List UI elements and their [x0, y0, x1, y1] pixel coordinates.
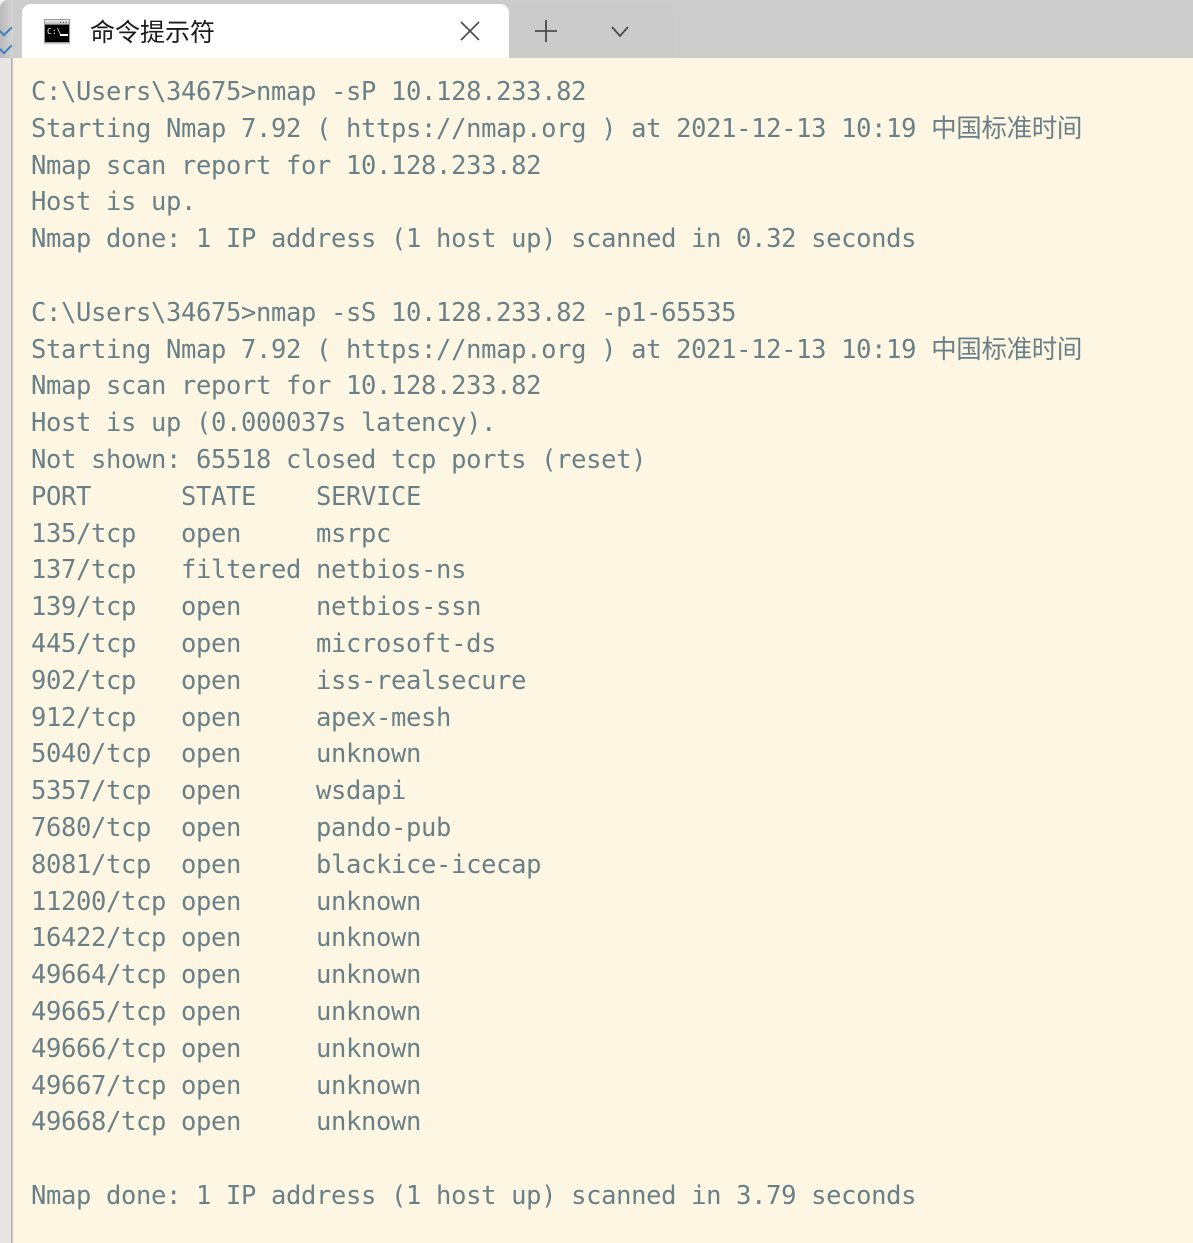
terminal-line: 135/tcp open msrpc: [31, 518, 392, 549]
terminal-line: Starting Nmap 7.92 ( https://nmap.org ) …: [31, 113, 1083, 144]
background-window-titlebar-edge: [0, 0, 13, 58]
terminal-line: Nmap done: 1 IP address (1 host up) scan…: [31, 1180, 917, 1211]
background-window-body-edge: [0, 58, 12, 1243]
terminal-line: 8081/tcp open blackice-icecap: [31, 849, 542, 880]
terminal-line: 139/tcp open netbios-ssn: [31, 592, 482, 623]
terminal-line: C:\Users\34675>nmap -sS 10.128.233.82 -p…: [31, 297, 737, 328]
terminal-line: C:\Users\34675>nmap -sP 10.128.233.82: [31, 77, 587, 107]
terminal-line: Nmap scan report for 10.128.233.82: [31, 371, 542, 402]
terminal-line: Nmap scan report for 10.128.233.82: [31, 150, 542, 181]
terminal-line: 5357/tcp open wsdapi: [31, 776, 407, 807]
titlebar: ••• C:\ 命令提示符: [13, 0, 1193, 58]
terminal-text: C:\Users\34675>nmap -sP 10.128.233.82 Sta…: [31, 74, 1193, 1215]
terminal-line: Host is up (0.000037s latency).: [31, 408, 497, 439]
terminal-line: Host is up.: [31, 187, 197, 218]
cmd-icon-buttons: •••: [59, 20, 68, 25]
terminal-line: 5040/tcp open unknown: [31, 739, 422, 770]
cmd-prompt-icon: ••• C:\: [44, 19, 70, 43]
terminal-line: 7680/tcp open pando-pub: [31, 812, 452, 843]
new-tab-icon[interactable]: [509, 4, 583, 58]
terminal-line: 49667/tcp open unknown: [31, 1070, 422, 1101]
terminal-line: PORT STATE SERVICE: [31, 481, 422, 512]
terminal-window: ••• C:\ 命令提示符 C:\Users\34675>nmap -sP 10…: [0, 0, 1193, 1243]
tab-title: 命令提示符: [90, 18, 216, 47]
chevron-left-icon: [0, 19, 13, 37]
terminal-line: 49668/tcp open unknown: [31, 1107, 422, 1138]
background-window-edge[interactable]: [0, 0, 13, 1243]
terminal-line: Not shown: 65518 closed tcp ports (reset…: [31, 444, 647, 475]
terminal-line: Starting Nmap 7.92 ( https://nmap.org ) …: [31, 334, 1083, 365]
tabbar-actions: [509, 4, 674, 58]
terminal-line: 137/tcp filtered netbios-ns: [31, 555, 467, 586]
terminal-line: 902/tcp open iss-realsecure: [31, 665, 527, 696]
cmd-icon-cursor: [60, 34, 68, 36]
tab-command-prompt[interactable]: ••• C:\ 命令提示符: [22, 4, 509, 58]
terminal-line: 49664/tcp open unknown: [31, 960, 422, 991]
terminal-line: 912/tcp open apex-mesh: [31, 702, 452, 733]
chevron-down-icon[interactable]: [583, 4, 657, 58]
terminal-line: 49665/tcp open unknown: [31, 996, 422, 1027]
close-icon[interactable]: [455, 16, 485, 46]
terminal-output-pane[interactable]: C:\Users\34675>nmap -sP 10.128.233.82 Sta…: [13, 58, 1193, 1243]
terminal-line: 445/tcp open microsoft-ds: [31, 628, 497, 659]
terminal-line: 11200/tcp open unknown: [31, 886, 422, 917]
terminal-line: Nmap done: 1 IP address (1 host up) scan…: [31, 224, 917, 255]
terminal-line: 49666/tcp open unknown: [31, 1033, 422, 1064]
terminal-line: 16422/tcp open unknown: [31, 923, 422, 954]
chevron-left-icon: [0, 37, 13, 55]
